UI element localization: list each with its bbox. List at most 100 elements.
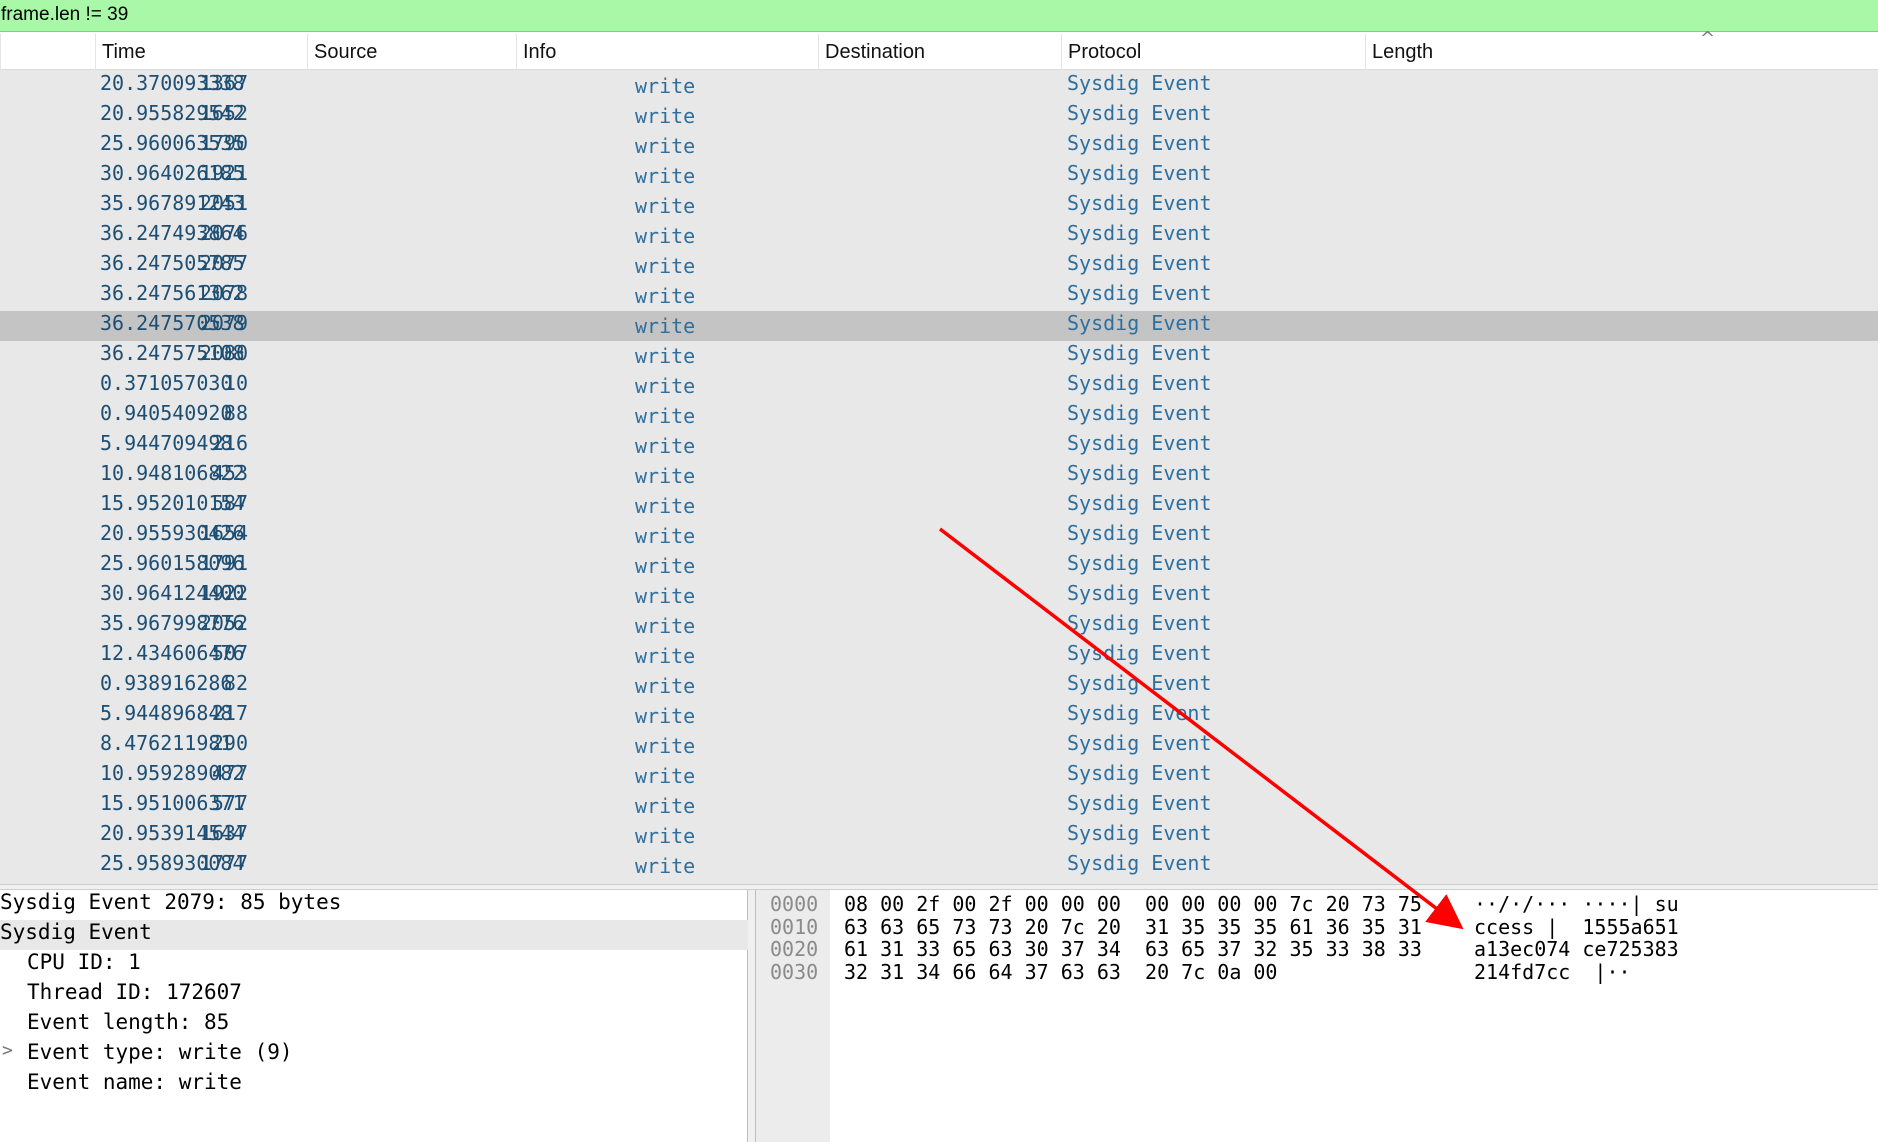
cell-info: write <box>635 344 696 368</box>
cell-time: 25.960158096 <box>100 551 245 575</box>
cell-protocol: Sysdig Event <box>1067 131 1212 155</box>
bytes-ascii-line[interactable]: ··/·/··· ····| su <box>1474 892 1679 916</box>
details-field-event-type[interactable]: Event type: write (9) <box>27 1040 293 1070</box>
cell-protocol: Sysdig Event <box>1067 791 1212 815</box>
bytes-ascii-line[interactable]: 214fd7cc |·· <box>1474 960 1631 984</box>
table-row[interactable]: 1922 30.964124400 write Sysdig Event <box>0 581 1878 611</box>
cell-protocol: Sysdig Event <box>1067 671 1212 695</box>
cell-protocol: Sysdig Event <box>1067 551 1212 575</box>
table-row[interactable]: 453 10.948106822 write Sysdig Event <box>0 461 1878 491</box>
cell-info: write <box>635 254 696 278</box>
table-row[interactable]: 216 5.944709498 write Sysdig Event <box>0 431 1878 461</box>
column-header-source[interactable]: Source <box>307 34 516 70</box>
cell-protocol: Sysdig Event <box>1067 281 1212 305</box>
cell-info: write <box>635 224 696 248</box>
cell-time: 0.940540920 <box>100 401 233 425</box>
bytes-offset: 0020 <box>770 937 819 961</box>
column-header-destination[interactable]: Destination <box>818 34 1061 70</box>
cell-time: 30.964026185 <box>100 161 245 185</box>
sort-ascending-icon[interactable]: ^ <box>1700 28 1715 49</box>
cell-protocol: Sysdig Event <box>1067 401 1212 425</box>
details-field-cpu-id[interactable]: CPU ID: 1 <box>27 950 141 980</box>
column-header-length[interactable]: Length <box>1365 34 1878 70</box>
details-summary[interactable]: Sysdig Event 2079: 85 bytes <box>0 890 341 920</box>
column-header-time[interactable]: Time <box>95 34 307 70</box>
cell-protocol: Sysdig Event <box>1067 341 1212 365</box>
cell-info: write <box>635 284 696 308</box>
bytes-hex-line[interactable]: 61 31 33 65 63 30 37 34 63 65 37 32 35 3… <box>844 937 1422 961</box>
table-row[interactable]: 2052 35.967998776 write Sysdig Event <box>0 611 1878 641</box>
cell-protocol: Sysdig Event <box>1067 611 1212 635</box>
packet-bytes-pane[interactable]: 0000 0010 0020 0030 08 00 2f 00 2f 00 00 00… <box>756 890 1878 1142</box>
details-field-event-length[interactable]: Event length: 85 <box>27 1010 229 1040</box>
table-row[interactable]: 477 10.959289082 write Sysdig Event <box>0 761 1878 791</box>
cell-protocol: Sysdig Event <box>1067 221 1212 245</box>
table-row[interactable]: 2080 36.247575108 write Sysdig Event <box>0 341 1878 371</box>
cell-time: 25.958930084 <box>100 851 245 875</box>
table-row[interactable]: 1654 20.955930426 write Sysdig Event <box>0 521 1878 551</box>
display-filter-bar[interactable]: frame.len != 39 <box>0 0 1878 32</box>
packet-details-pane[interactable]: Sysdig Event 2079: 85 bytes Sysdig Event… <box>0 890 748 1142</box>
cell-time: 5.944896848 <box>100 701 233 725</box>
cell-info: write <box>635 74 696 98</box>
table-row[interactable]: 1367 20.370093338 write Sysdig Event <box>0 71 1878 101</box>
table-row[interactable]: 1777 25.958930084 write Sysdig Event <box>0 851 1878 881</box>
cell-protocol: Sysdig Event <box>1067 521 1212 545</box>
display-filter-input[interactable]: frame.len != 39 <box>1 4 128 26</box>
cell-protocol: Sysdig Event <box>1067 851 1212 875</box>
table-row[interactable]: 1790 25.960063535 write Sysdig Event <box>0 131 1878 161</box>
table-row[interactable]: 587 15.952010154 write Sysdig Event <box>0 491 1878 521</box>
bytes-ascii-line[interactable]: a13ec074 ce725383 <box>1474 937 1679 961</box>
table-row[interactable]: 1652 20.955829542 write Sysdig Event <box>0 101 1878 131</box>
table-row[interactable]: 82 0.938916286 write Sysdig Event <box>0 671 1878 701</box>
cell-protocol: Sysdig Event <box>1067 161 1212 185</box>
column-header-no[interactable] <box>0 34 95 70</box>
cell-time: 36.247570538 <box>100 311 245 335</box>
table-row[interactable]: 577 15.951006371 write Sysdig Event <box>0 791 1878 821</box>
bytes-hex-line[interactable]: 63 63 65 73 73 20 7c 20 31 35 35 35 61 3… <box>844 915 1422 939</box>
table-row[interactable]: 2076 36.247493864 write Sysdig Event <box>0 221 1878 251</box>
details-field-event-name[interactable]: Event name: write <box>27 1070 242 1100</box>
table-row[interactable]: 507 12.434606476 write Sysdig Event <box>0 641 1878 671</box>
cell-info: write <box>635 434 696 458</box>
table-row[interactable]: 2079 36.247570538 write Sysdig Event <box>0 311 1878 341</box>
details-field-thread-id[interactable]: Thread ID: 172607 <box>27 980 242 1010</box>
cell-time: 36.247505785 <box>100 251 245 275</box>
table-row[interactable]: 1637 20.953914544 write Sysdig Event <box>0 821 1878 851</box>
cell-time: 5.944709498 <box>100 431 233 455</box>
cell-info: write <box>635 794 696 818</box>
table-row[interactable]: 2051 35.967891243 write Sysdig Event <box>0 191 1878 221</box>
cell-protocol: Sysdig Event <box>1067 821 1212 845</box>
bytes-hex-line[interactable]: 08 00 2f 00 2f 00 00 00 00 00 00 00 7c 2… <box>844 892 1422 916</box>
table-row[interactable]: 88 0.940540920 write Sysdig Event <box>0 401 1878 431</box>
table-row[interactable]: 1921 30.964026185 write Sysdig Event <box>0 161 1878 191</box>
cell-info: write <box>635 764 696 788</box>
packet-list[interactable]: 1367 20.370093338 write Sysdig Event 1652 20.… <box>0 70 1878 884</box>
bytes-ascii-line[interactable]: ccess | 1555a651 <box>1474 915 1679 939</box>
column-header-protocol[interactable]: Protocol <box>1061 34 1365 70</box>
bytes-hex-line[interactable]: 32 31 34 66 64 37 63 63 20 7c 0a 00 <box>844 960 1277 984</box>
table-row[interactable]: 1791 25.960158096 write Sysdig Event <box>0 551 1878 581</box>
column-header-info[interactable]: Info <box>516 34 818 70</box>
table-row[interactable]: 10 0.371057030 write Sysdig Event <box>0 371 1878 401</box>
cell-info: write <box>635 374 696 398</box>
details-tree-root[interactable]: Sysdig Event <box>0 920 748 950</box>
cell-info: write <box>635 494 696 518</box>
cell-info: write <box>635 104 696 128</box>
table-row[interactable]: 2077 36.247505785 write Sysdig Event <box>0 251 1878 281</box>
cell-info: write <box>635 314 696 338</box>
bytes-offset-column: 0000 0010 0020 0030 <box>756 890 830 1142</box>
table-row[interactable]: 217 5.944896848 write Sysdig Event <box>0 701 1878 731</box>
cell-info: write <box>635 704 696 728</box>
pane-splitter-vertical[interactable] <box>748 890 756 1142</box>
cell-time: 8.476211981 <box>100 731 233 755</box>
cell-time: 36.247493864 <box>100 221 245 245</box>
cell-protocol: Sysdig Event <box>1067 581 1212 605</box>
cell-time: 36.247575108 <box>100 341 245 365</box>
table-row[interactable]: 290 8.476211981 write Sysdig Event <box>0 731 1878 761</box>
cell-info: write <box>635 194 696 218</box>
expand-chevron-icon[interactable]: > <box>2 1040 13 1070</box>
cell-info: write <box>635 164 696 188</box>
cell-protocol: Sysdig Event <box>1067 371 1212 395</box>
table-row[interactable]: 2078 36.247561362 write Sysdig Event <box>0 281 1878 311</box>
